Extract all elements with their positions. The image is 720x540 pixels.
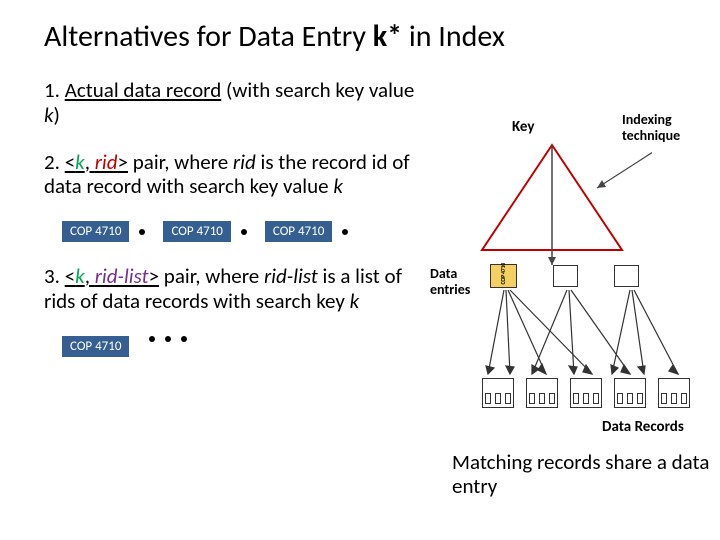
alt-2-open: < [65, 149, 75, 175]
data-page [526, 378, 558, 408]
alt-2-k: k [75, 149, 85, 175]
alt-3-close: > [149, 263, 159, 289]
alt-2-num: 2. [44, 149, 65, 175]
dot-icon [241, 229, 247, 235]
slide-title: Alternatives for Data Entry k* in Index [0, 0, 720, 55]
left-column: 1. Actual data record (with search key v… [44, 78, 424, 379]
dots-icon [149, 336, 187, 357]
index-triangle-icon [472, 140, 652, 270]
data-records-row [482, 378, 690, 408]
data-entry-box [490, 264, 517, 288]
data-page [570, 378, 602, 408]
pointer-arrows-icon [482, 288, 702, 383]
alt-1-num: 1. [44, 77, 65, 103]
title-kstar: k* [373, 18, 402, 55]
kbox: COP 4710 [62, 221, 129, 242]
title-pre: Alternatives for Data Entry [44, 18, 373, 55]
kbox-unit: COP 4710 [163, 221, 246, 242]
alt-1: 1. Actual data record (with search key v… [44, 78, 424, 128]
data-page [482, 378, 514, 408]
alt-1-rest2: ) [54, 102, 60, 128]
alt-3-comma: , [85, 263, 95, 289]
caption-text: Matching records share a data entry [452, 450, 712, 498]
alt-2-boxes: COP 4710 COP 4710 COP 4710 [62, 221, 424, 242]
alt-1-k: k [44, 102, 54, 128]
alt-2-rid: rid [95, 149, 118, 175]
alt-1-underline: Actual data record [65, 77, 222, 103]
alt-2-rest1: pair, where [128, 149, 233, 175]
kbox: COP 4710 [265, 221, 332, 242]
alt-3-open: < [65, 263, 75, 289]
data-entries-row [490, 264, 639, 288]
kbox-unit: COP 4710 [265, 221, 348, 242]
alt-2-comma: , [85, 149, 95, 175]
kbox: COP 4710 [62, 336, 129, 357]
alt-1-rest1: (with search key value [221, 77, 414, 103]
dot-icon [342, 229, 348, 235]
alt-3-boxes: COP 4710 [62, 336, 424, 357]
data-entry-empty [553, 265, 578, 287]
alt-3-k2: k [350, 288, 360, 314]
data-page [614, 378, 646, 408]
alt-3-ridlist2: rid-list [264, 263, 318, 289]
alt-2-close: > [118, 149, 128, 175]
alt-3-num: 3. [44, 263, 65, 289]
alt-2: 2. <k, rid> pair, where rid is the recor… [44, 150, 424, 200]
dot-icon [139, 229, 145, 235]
key-label: Key [512, 118, 534, 136]
title-post: in Index [402, 18, 505, 55]
alt-3-k: k [75, 263, 85, 289]
alt-3-rest1: pair, where [159, 263, 264, 289]
data-page [658, 378, 690, 408]
alt-2-rid2: rid [233, 149, 256, 175]
alt-3-ridlist: rid-list [95, 263, 149, 289]
data-entry-empty [614, 265, 639, 287]
data-records-label: Data Records [602, 418, 684, 436]
kbox: COP 4710 [163, 221, 230, 242]
alt-3: 3. <k, rid-list> pair, where rid-list is… [44, 264, 424, 314]
alt-2-k2: k [333, 173, 343, 199]
kbox-unit: COP 4710 [62, 221, 145, 242]
entries-label: Data entries [430, 266, 486, 298]
